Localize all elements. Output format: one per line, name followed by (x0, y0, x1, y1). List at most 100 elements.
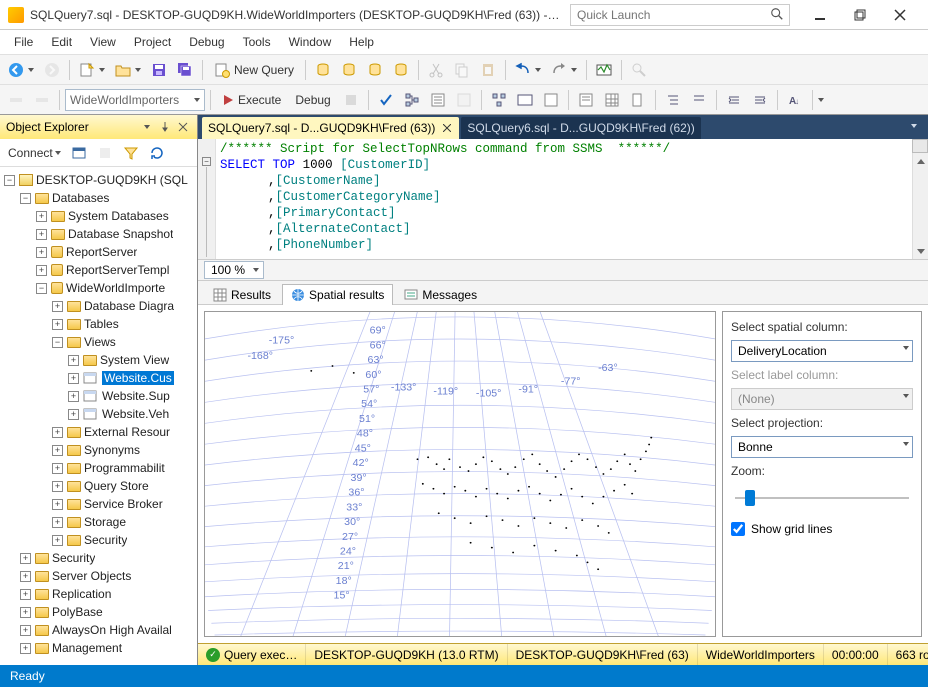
tree-dbdiag[interactable]: Database Diagra (84, 299, 174, 313)
results-grid-button[interactable] (600, 88, 624, 112)
tree-vcust[interactable]: Website.Cus (102, 371, 174, 385)
tree-extres[interactable]: External Resour (84, 425, 170, 439)
tree-poly[interactable]: PolyBase (52, 605, 103, 619)
estimated-plan-button[interactable] (400, 88, 424, 112)
include-plan-button[interactable] (487, 88, 511, 112)
menu-file[interactable]: File (6, 32, 41, 52)
db-query-icon-1[interactable] (311, 58, 335, 82)
menu-window[interactable]: Window (281, 32, 340, 52)
tree-vveh[interactable]: Website.Veh (102, 407, 169, 421)
tree-repl[interactable]: Replication (52, 587, 111, 601)
oe-refresh-icon[interactable] (145, 141, 169, 165)
disconnect-icon[interactable] (30, 88, 54, 112)
menu-debug[interactable]: Debug (181, 32, 232, 52)
menu-view[interactable]: View (82, 32, 124, 52)
save-button[interactable] (147, 58, 171, 82)
results-text-button[interactable] (574, 88, 598, 112)
menu-project[interactable]: Project (126, 32, 179, 52)
oe-disconnect-icon[interactable] (67, 141, 91, 165)
specify-values-button[interactable]: A↓ (783, 88, 807, 112)
results-file-button[interactable] (626, 88, 650, 112)
menu-tools[interactable]: Tools (235, 32, 279, 52)
menu-edit[interactable]: Edit (43, 32, 80, 52)
tab-spatial-results[interactable]: Spatial results (282, 284, 393, 305)
tree-views[interactable]: Views (84, 335, 116, 349)
panel-close-icon[interactable] (175, 119, 191, 135)
split-handle[interactable] (912, 139, 928, 153)
oe-stop-icon[interactable] (93, 141, 117, 165)
tree-vsup[interactable]: Website.Sup (102, 389, 170, 403)
oe-filter-icon[interactable] (119, 141, 143, 165)
tree-qstore[interactable]: Query Store (84, 479, 149, 493)
tree-syn[interactable]: Synonyms (84, 443, 140, 457)
db-query-icon-2[interactable] (337, 58, 361, 82)
open-item-button[interactable] (111, 60, 145, 80)
tree-wwi[interactable]: WideWorldImporte (66, 281, 165, 295)
tree-server[interactable]: DESKTOP-GUQD9KH (SQL (36, 173, 188, 187)
indent-button[interactable] (722, 88, 746, 112)
client-stats-button[interactable] (539, 88, 563, 112)
db-query-icon-3[interactable] (363, 58, 387, 82)
close-button[interactable] (880, 4, 920, 26)
uncomment-button[interactable] (687, 88, 711, 112)
change-connection-icon[interactable] (4, 88, 28, 112)
tree-rs[interactable]: ReportServer (66, 245, 137, 259)
tree-sysdb[interactable]: System Databases (68, 209, 169, 223)
slider-thumb[interactable] (745, 490, 755, 506)
tab-sqlquery7[interactable]: SQLQuery7.sql - D...GUQD9KH\Fred (63)) (202, 117, 459, 139)
sql-text[interactable]: /****** Script for SelectTopNRows comman… (216, 139, 912, 259)
tree-sysview[interactable]: System View (100, 353, 169, 367)
new-item-button[interactable] (75, 60, 109, 80)
save-all-button[interactable] (173, 58, 197, 82)
intellisense-button[interactable] (452, 88, 476, 112)
comment-button[interactable] (661, 88, 685, 112)
tree-storage[interactable]: Storage (84, 515, 126, 529)
grid-lines-checkbox[interactable] (731, 522, 745, 536)
projection-select[interactable]: Bonne (731, 436, 913, 458)
parse-button[interactable] (374, 88, 398, 112)
connect-button[interactable]: Connect (4, 144, 65, 162)
tab-sqlquery6[interactable]: SQLQuery6.sql - D...GUQD9KH\Fred (62)) (461, 117, 700, 139)
copy-button[interactable] (450, 58, 474, 82)
debug-button[interactable]: Debug (289, 91, 336, 109)
undo-button[interactable] (511, 60, 545, 80)
tree-sec[interactable]: Security (84, 533, 127, 547)
zoom-slider[interactable] (731, 488, 913, 508)
outdent-button[interactable] (748, 88, 772, 112)
tree-aoha[interactable]: AlwaysOn High Availal (52, 623, 172, 637)
tab-close-icon[interactable] (441, 122, 453, 134)
tree-dbsnap[interactable]: Database Snapshot (68, 227, 173, 241)
cut-button[interactable] (424, 58, 448, 82)
live-stats-button[interactable] (513, 88, 537, 112)
tree-databases[interactable]: Databases (52, 191, 109, 205)
activity-monitor-button[interactable] (592, 58, 616, 82)
redo-button[interactable] (547, 60, 581, 80)
tree-rst[interactable]: ReportServerTempl (66, 263, 169, 277)
query-options-button[interactable] (426, 88, 450, 112)
restore-button[interactable] (840, 4, 880, 26)
tab-messages[interactable]: Messages (395, 284, 486, 305)
scroll-up-icon[interactable] (913, 153, 928, 169)
tree-prog[interactable]: Programmabilit (84, 461, 165, 475)
spatial-col-select[interactable]: DeliveryLocation (731, 340, 913, 362)
nav-back-button[interactable] (4, 60, 38, 80)
spatial-map[interactable]: -175° -168° -133° -119° -105° -91° -77° … (204, 311, 716, 637)
minimize-button[interactable] (800, 4, 840, 26)
new-query-button[interactable]: New Query (208, 60, 300, 80)
stop-button[interactable] (339, 88, 363, 112)
outline-collapse-icon[interactable]: − (202, 157, 211, 166)
tab-list-dropdown[interactable] (906, 118, 922, 134)
nav-fwd-button[interactable] (40, 58, 64, 82)
db-combo[interactable]: WideWorldImporters (65, 89, 205, 111)
editor-scrollbar[interactable] (912, 139, 928, 259)
object-explorer-tree[interactable]: −DESKTOP-GUQD9KH (SQL −Databases +System… (0, 167, 197, 665)
pin-icon[interactable] (157, 119, 173, 135)
tree-tables[interactable]: Tables (84, 317, 119, 331)
scroll-down-icon[interactable] (913, 243, 928, 259)
tree-mgmt[interactable]: Management (52, 641, 122, 655)
find-button[interactable] (627, 58, 651, 82)
execute-button[interactable]: Execute (216, 91, 287, 109)
tree-sb[interactable]: Service Broker (84, 497, 163, 511)
quick-launch-input[interactable] (570, 4, 790, 26)
menu-help[interactable]: Help (341, 32, 382, 52)
